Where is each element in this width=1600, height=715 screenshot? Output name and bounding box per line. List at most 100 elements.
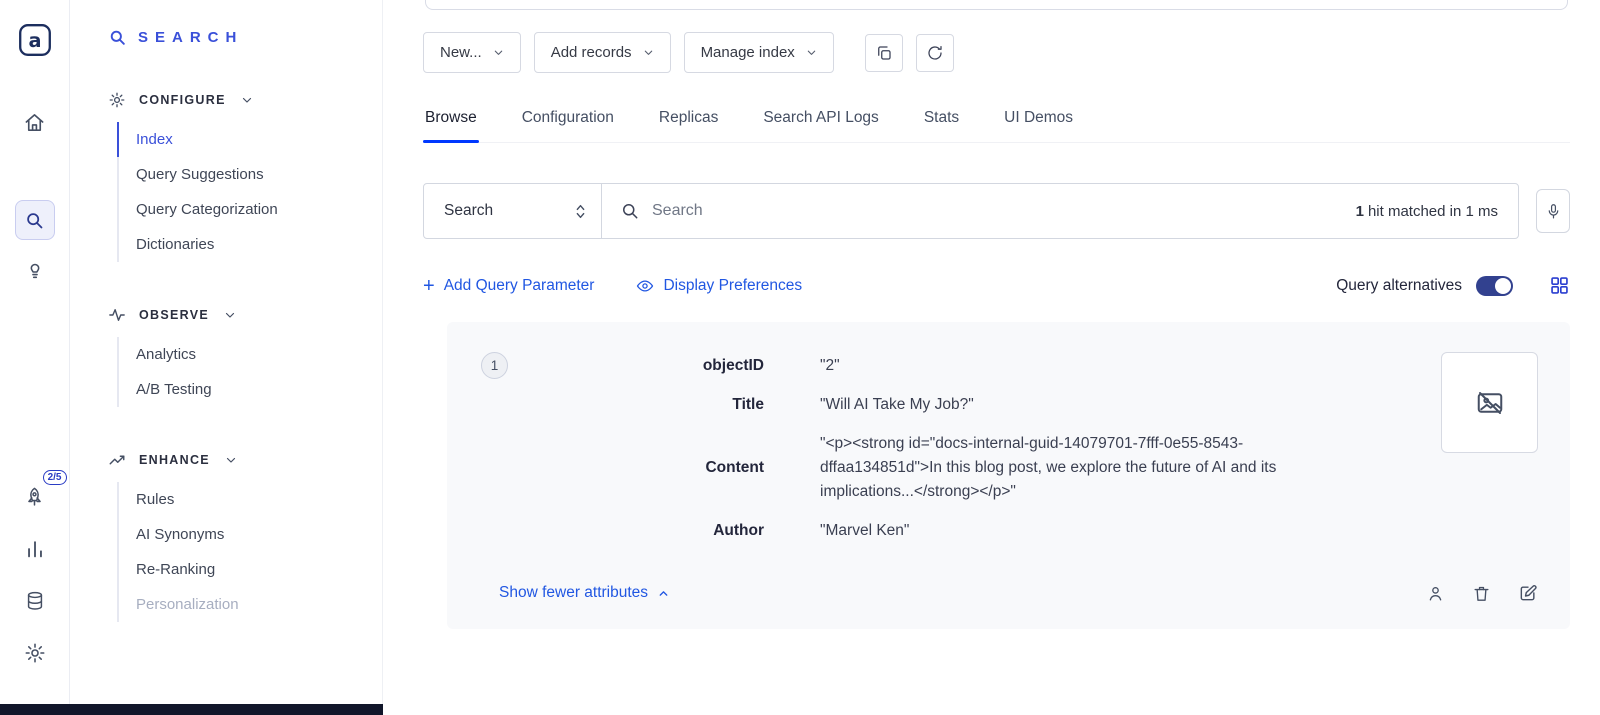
attribute-name: Author (479, 522, 764, 540)
bar-chart-icon[interactable] (15, 529, 55, 569)
microphone-icon (1545, 203, 1562, 220)
section-configure: CONFIGURE Index Query Suggestions Query … (108, 91, 362, 262)
new-button-label: New... (440, 44, 482, 61)
edit-record-button[interactable] (1518, 583, 1538, 603)
sidebar-item-query-categorization[interactable]: Query Categorization (119, 192, 362, 227)
up-down-spinner-icon (574, 203, 587, 220)
index-toolbar: New... Add records Manage index (423, 32, 1570, 73)
tab-configuration[interactable]: Configuration (520, 99, 616, 142)
attribute-row: Author "Marvel Ken" (479, 519, 1388, 543)
preview-user-button[interactable] (1426, 584, 1445, 603)
search-mode-selector[interactable]: Search (424, 184, 602, 238)
plus-icon: + (423, 276, 435, 296)
sidebar-item-ab-testing[interactable]: A/B Testing (119, 372, 362, 407)
settings-gear-icon[interactable] (15, 633, 55, 673)
manage-index-label: Manage index (701, 44, 795, 61)
sidebar-item-analytics[interactable]: Analytics (119, 337, 362, 372)
layout-grid-button[interactable] (1549, 275, 1570, 296)
search-row: Search 1hit matched in 1 ms (423, 183, 1570, 239)
grid-icon (1549, 275, 1570, 296)
collapsed-banner (425, 0, 1568, 10)
edit-pencil-icon (1518, 583, 1538, 603)
configure-items: Index Query Suggestions Query Categoriza… (117, 122, 362, 262)
sidebar-title: SEARCH (108, 28, 362, 47)
copy-icon (875, 44, 893, 62)
search-product-icon[interactable] (15, 200, 55, 240)
search-mode-label: Search (444, 202, 493, 220)
image-off-icon (1475, 388, 1505, 418)
app-rail: a 2/5 (0, 0, 70, 715)
section-label: CONFIGURE (139, 93, 226, 107)
add-query-parameter-label: Add Query Parameter (444, 277, 595, 295)
copy-index-button[interactable] (865, 34, 903, 72)
display-preferences-link[interactable]: Display Preferences (636, 277, 802, 295)
display-preferences-label: Display Preferences (663, 277, 802, 295)
home-icon[interactable] (15, 102, 55, 142)
search-hit-stats: 1hit matched in 1 ms (1356, 203, 1518, 220)
hit-actions (1426, 583, 1538, 603)
sidebar-item-dictionaries[interactable]: Dictionaries (119, 227, 362, 262)
chevron-up-icon (657, 587, 670, 600)
sidebar-title-label: SEARCH (138, 29, 243, 46)
sidebar-item-ai-synonyms[interactable]: AI Synonyms (119, 517, 362, 552)
tab-ui-demos[interactable]: UI Demos (1002, 99, 1075, 142)
index-main-panel: New... Add records Manage index (383, 0, 1600, 715)
hit-rank-badge: 1 (481, 352, 508, 379)
usage-badge: 2/5 (43, 470, 67, 485)
search-box: Search 1hit matched in 1 ms (423, 183, 1519, 239)
add-query-parameter-link[interactable]: + Add Query Parameter (423, 276, 594, 296)
section-configure-header[interactable]: CONFIGURE (108, 91, 362, 109)
attribute-row: Title "Will AI Take My Job?" (479, 393, 1388, 417)
section-enhance-header[interactable]: ENHANCE (108, 451, 362, 469)
chevron-down-icon (241, 94, 253, 106)
sidebar-item-personalization[interactable]: Personalization (119, 587, 362, 622)
user-icon (1426, 584, 1445, 603)
voice-search-button[interactable] (1536, 189, 1570, 233)
tab-replicas[interactable]: Replicas (657, 99, 720, 142)
bottom-edge-bar (0, 704, 383, 715)
attribute-value: "Marvel Ken" (820, 519, 909, 543)
query-options-row: + Add Query Parameter Display Preference… (423, 275, 1570, 296)
attribute-name: Title (479, 396, 764, 414)
sidebar-item-query-suggestions[interactable]: Query Suggestions (119, 157, 362, 192)
upgrade-rocket-icon[interactable]: 2/5 (15, 477, 55, 517)
search-input[interactable] (652, 202, 1356, 220)
chevron-down-icon (806, 47, 817, 58)
query-alternatives-toggle[interactable] (1476, 276, 1513, 296)
enhance-items: Rules AI Synonyms Re-Ranking Personaliza… (117, 482, 362, 622)
algolia-logo[interactable]: a (17, 22, 53, 58)
hit-count: 1 (1356, 203, 1364, 220)
manage-index-button[interactable]: Manage index (684, 32, 834, 73)
attribute-row: Content "<p><strong id="docs-internal-gu… (479, 432, 1388, 504)
attribute-value: "2" (820, 354, 840, 378)
hit-attributes: objectID "2" Title "Will AI Take My Job?… (479, 354, 1538, 543)
tab-stats[interactable]: Stats (922, 99, 961, 142)
delete-record-button[interactable] (1472, 584, 1491, 603)
refresh-icon (926, 44, 944, 62)
section-observe: OBSERVE Analytics A/B Testing (108, 306, 362, 407)
section-observe-header[interactable]: OBSERVE (108, 306, 362, 324)
database-icon[interactable] (15, 581, 55, 621)
observe-items: Analytics A/B Testing (117, 337, 362, 407)
recommend-bulb-icon[interactable] (15, 250, 55, 290)
section-label: OBSERVE (139, 308, 209, 322)
tab-search-api-logs[interactable]: Search API Logs (761, 99, 880, 142)
activity-pulse-icon (108, 306, 126, 324)
refresh-button[interactable] (916, 34, 954, 72)
show-fewer-attributes-link[interactable]: Show fewer attributes (499, 584, 670, 602)
sidebar-item-index[interactable]: Index (117, 122, 362, 157)
tab-browse[interactable]: Browse (423, 99, 479, 142)
hit-stats-text: hit matched in 1 ms (1368, 203, 1498, 220)
add-records-button[interactable]: Add records (534, 32, 671, 73)
eye-icon (636, 277, 654, 295)
section-enhance: ENHANCE Rules AI Synonyms Re-Ranking Per… (108, 451, 362, 622)
chevron-down-icon (643, 47, 654, 58)
sidebar-item-re-ranking[interactable]: Re-Ranking (119, 552, 362, 587)
new-button[interactable]: New... (423, 32, 521, 73)
attribute-value: "<p><strong id="docs-internal-guid-14079… (820, 432, 1360, 504)
sidebar-item-rules[interactable]: Rules (119, 482, 362, 517)
svg-text:a: a (28, 29, 41, 52)
search-sidebar: SEARCH CONFIGURE Index Query Suggestions… (70, 0, 383, 715)
chevron-down-icon (225, 454, 237, 466)
index-tabs: Browse Configuration Replicas Search API… (423, 99, 1570, 143)
